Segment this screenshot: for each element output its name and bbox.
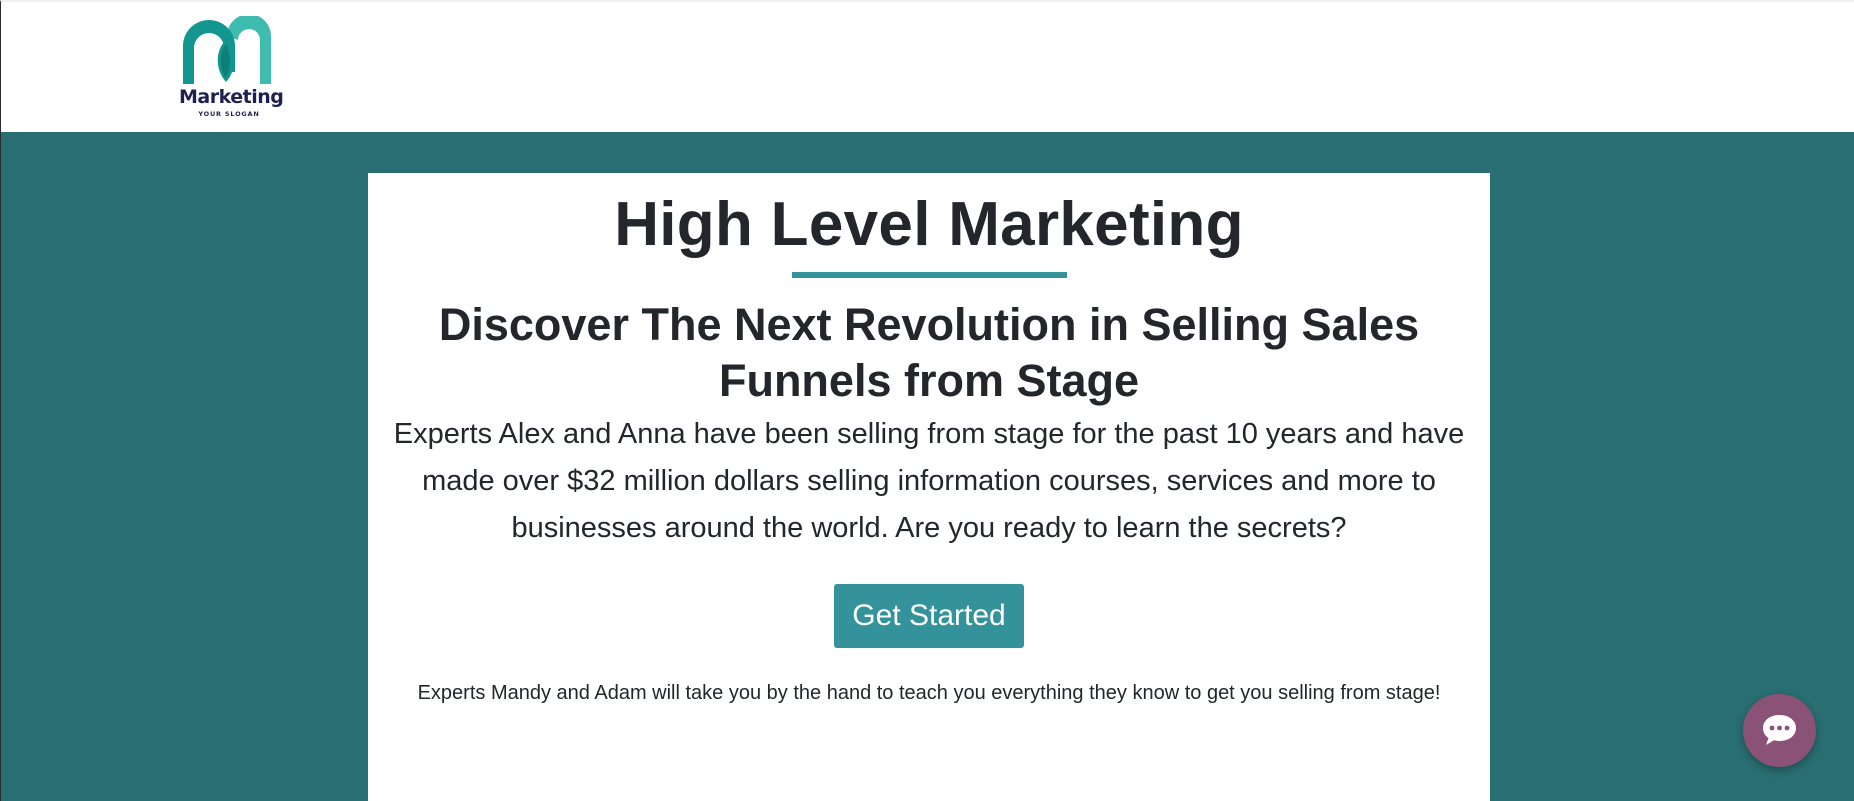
hero-card: High Level Marketing Discover The Next R… [368, 173, 1490, 801]
headline-divider [792, 272, 1067, 278]
chat-bubble-icon [1763, 715, 1796, 745]
logo-wordmark: Marketing [179, 86, 284, 108]
site-header: Marketing YOUR SLOGAN [0, 0, 1854, 132]
sub-headline: Discover The Next Revolution in Selling … [428, 297, 1430, 409]
chat-widget-button[interactable] [1743, 694, 1816, 767]
logo-slogan: YOUR SLOGAN [198, 110, 260, 118]
brand-logo[interactable]: Marketing YOUR SLOGAN [179, 16, 284, 120]
landing-page: Marketing YOUR SLOGAN High Level Marketi… [0, 0, 1854, 801]
experts-note: Experts Mandy and Adam will take you by … [417, 682, 1441, 704]
sub-headline-part2: from Stage [891, 355, 1140, 406]
get-started-button[interactable]: Get Started [834, 584, 1024, 648]
hero-section: High Level Marketing Discover The Next R… [0, 132, 1854, 801]
marketing-logo-icon [183, 16, 271, 84]
sub-headline-part1: Discover The Next Revolution in Selling [438, 299, 1302, 350]
page-headline: High Level Marketing [614, 190, 1244, 259]
intro-paragraph: Experts Alex and Anna have been selling … [393, 418, 1465, 544]
